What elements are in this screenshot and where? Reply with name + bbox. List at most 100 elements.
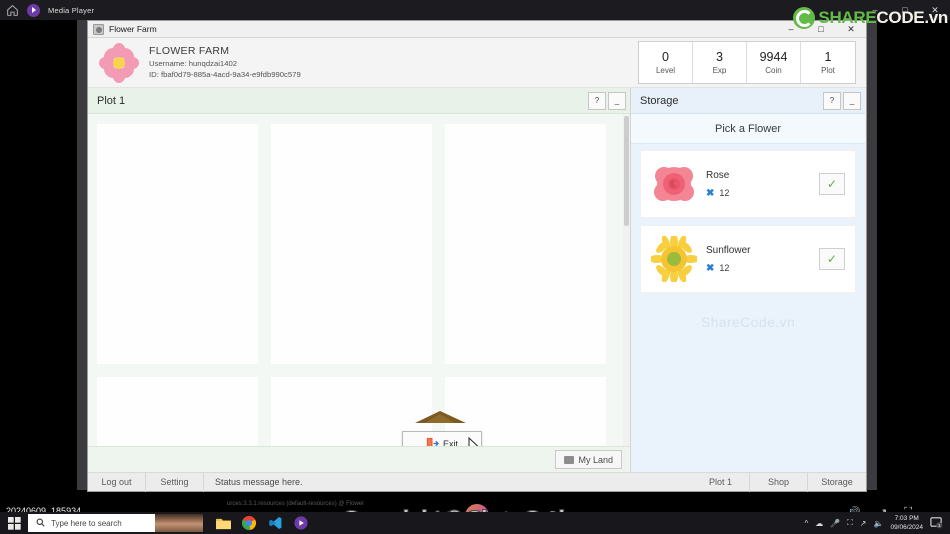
flower-quantity: ✖ 12 [706, 263, 810, 274]
flower-meta: Sunflower ✖ 12 [706, 245, 810, 274]
app-header: FLOWER FARM Username: hunqdzai1402 ID: f… [88, 38, 866, 88]
storage-flower-list: Rose ✖ 12 ✓ Sunflower ✖ 12 ✓ ShareCode.v… [631, 144, 865, 472]
plot-help-button[interactable]: ? [588, 91, 606, 110]
select-flower-button[interactable]: ✓ [819, 173, 845, 195]
account-identity: FLOWER FARM Username: hunqdzai1402 ID: f… [149, 45, 301, 80]
chrome-icon[interactable] [241, 515, 257, 531]
username-label: Username: hunqdzai1402 [149, 59, 238, 68]
recorded-screen: urces:3.3.1:resources (default-resources… [77, 20, 877, 507]
media-player-icon [27, 3, 40, 17]
stats-bar: 0 Level 3 Exp 9944 Coin 1 Plot [638, 41, 856, 84]
storage-panel-buttons: ? _ [823, 91, 861, 110]
search-icon [36, 514, 45, 532]
plot-panel-buttons: ? _ [588, 91, 626, 110]
plot-panel: Plot 1 ? _ Exit My Land [88, 88, 631, 472]
app-body: Plot 1 ? _ Exit My Land Storage ? _ Pick… [88, 88, 866, 472]
check-icon: ✓ [826, 177, 838, 191]
search-input[interactable]: Type here to search [28, 514, 203, 532]
stat-plot-value: 1 [824, 49, 832, 64]
rose-icon [651, 161, 697, 207]
file-explorer-icon[interactable] [215, 515, 231, 531]
list-item[interactable]: Rose ✖ 12 ✓ [640, 150, 856, 218]
system-tray: ^ ☁ 🎤 ⛶ ↗ 🔈 7:03 PM 09/06/2024 1 [804, 514, 950, 532]
onedrive-icon[interactable]: ☁ [815, 519, 823, 528]
media-player-seekbar[interactable]: 0:00:27 0:01:41 [0, 460, 950, 482]
taskbar-app-icons [203, 515, 309, 531]
media-player-window: Media Player – □ ✕ urces:3.3.1:resources… [0, 0, 950, 534]
volume-icon[interactable]: 🔈 [873, 519, 883, 528]
storage-panel-title: Storage [640, 94, 679, 107]
search-placeholder: Type here to search [51, 518, 122, 528]
network-icon[interactable]: ↗ [860, 519, 867, 528]
search-preview-image [155, 514, 203, 532]
sharecode-text-share: SHARE [818, 8, 877, 27]
plot-scroll-area[interactable]: Exit [88, 114, 630, 446]
plot-cell[interactable] [97, 377, 258, 446]
clock-time: 7:03 PM [894, 515, 919, 522]
mouse-cursor-icon [468, 436, 480, 446]
screen: Media Player – □ ✕ urces:3.3.1:resources… [0, 0, 950, 534]
list-item[interactable]: Sunflower ✖ 12 ✓ [640, 225, 856, 293]
x-multiplier-icon: ✖ [706, 262, 715, 274]
soil-mound-icon [413, 410, 468, 424]
clock[interactable]: 7:03 PM 09/06/2024 [890, 514, 923, 532]
app-titlebar: Flower Farm – □ ✕ [88, 21, 866, 38]
notifications-icon[interactable]: 1 [930, 516, 944, 530]
stat-level-label: Level [655, 65, 676, 75]
plot-cell[interactable] [271, 124, 432, 364]
plot-minimize-button[interactable]: _ [608, 91, 626, 110]
app-title: Flower Farm [109, 24, 157, 34]
console-text: urces:3.3.1:resources (default-resources… [227, 501, 365, 507]
select-flower-button[interactable]: ✓ [819, 248, 845, 270]
stat-plot-label: Plot [821, 65, 835, 75]
flower-quantity: ✖ 12 [706, 188, 810, 199]
stat-exp: 3 Exp [693, 42, 747, 83]
show-hidden-icons-icon[interactable]: ^ [804, 519, 808, 528]
sharecode-watermark: SHARECODE.vn [793, 7, 948, 29]
stat-coin-value: 9944 [759, 49, 788, 64]
vscode-icon[interactable] [267, 515, 283, 531]
battery-icon[interactable]: ⛶ [847, 518, 853, 528]
media-player-icon[interactable] [293, 515, 309, 531]
x-multiplier-icon: ✖ [706, 187, 715, 199]
flower-farm-window: Flower Farm – □ ✕ FLOWER FARM Username: … [88, 21, 866, 492]
storage-panel-titlebar: Storage ? _ [631, 88, 865, 114]
microphone-icon[interactable]: 🎤 [830, 519, 840, 528]
check-icon: ✓ [826, 252, 838, 266]
flower-name: Sunflower [706, 244, 751, 256]
stat-coin: 9944 Coin [747, 42, 801, 83]
plot-cell[interactable] [445, 124, 606, 364]
storage-watermark-text: ShareCode.vn [700, 314, 796, 330]
storage-help-button[interactable]: ? [823, 91, 841, 110]
clock-date: 09/06/2024 [890, 524, 923, 531]
flower-qty-value: 12 [719, 188, 730, 198]
exit-label: Exit [442, 438, 458, 447]
sharecode-wordmark: SHARECODE.vn [818, 8, 948, 28]
media-player-title: Media Player [48, 5, 95, 15]
account-id-label: ID: fbaf0d79-885a-4acd-9a34-e9fdb990c579 [149, 70, 301, 79]
stat-coin-label: Coin [765, 65, 782, 75]
plot-scrollbar[interactable] [623, 114, 630, 446]
sharecode-logo-icon [793, 7, 816, 29]
flower-name: Rose [706, 169, 730, 181]
plot-scrollbar-thumb[interactable] [624, 116, 629, 226]
video-canvas[interactable]: urces:3.3.1:resources (default-resources… [0, 20, 950, 534]
plot-cell[interactable] [97, 124, 258, 364]
plot-grid [88, 114, 630, 446]
plot-panel-title: Plot 1 [97, 94, 126, 107]
flower-qty-value: 12 [719, 263, 730, 273]
plot-panel-titlebar: Plot 1 ? _ [88, 88, 630, 114]
stat-exp-label: Exp [712, 65, 727, 75]
home-icon[interactable] [6, 4, 19, 17]
storage-minimize-button[interactable]: _ [843, 91, 861, 110]
windows-start-icon[interactable] [0, 512, 28, 534]
flower-meta: Rose ✖ 12 [706, 170, 810, 199]
stat-exp-value: 3 [716, 49, 723, 64]
sharecode-text-code: CODE.vn [876, 8, 948, 27]
stat-level: 0 Level [639, 42, 693, 83]
java-app-icon [93, 23, 104, 35]
sunflower-icon [649, 234, 699, 284]
flower-logo-icon [98, 42, 140, 84]
stat-level-value: 0 [662, 49, 669, 64]
exit-door-icon [426, 437, 439, 446]
